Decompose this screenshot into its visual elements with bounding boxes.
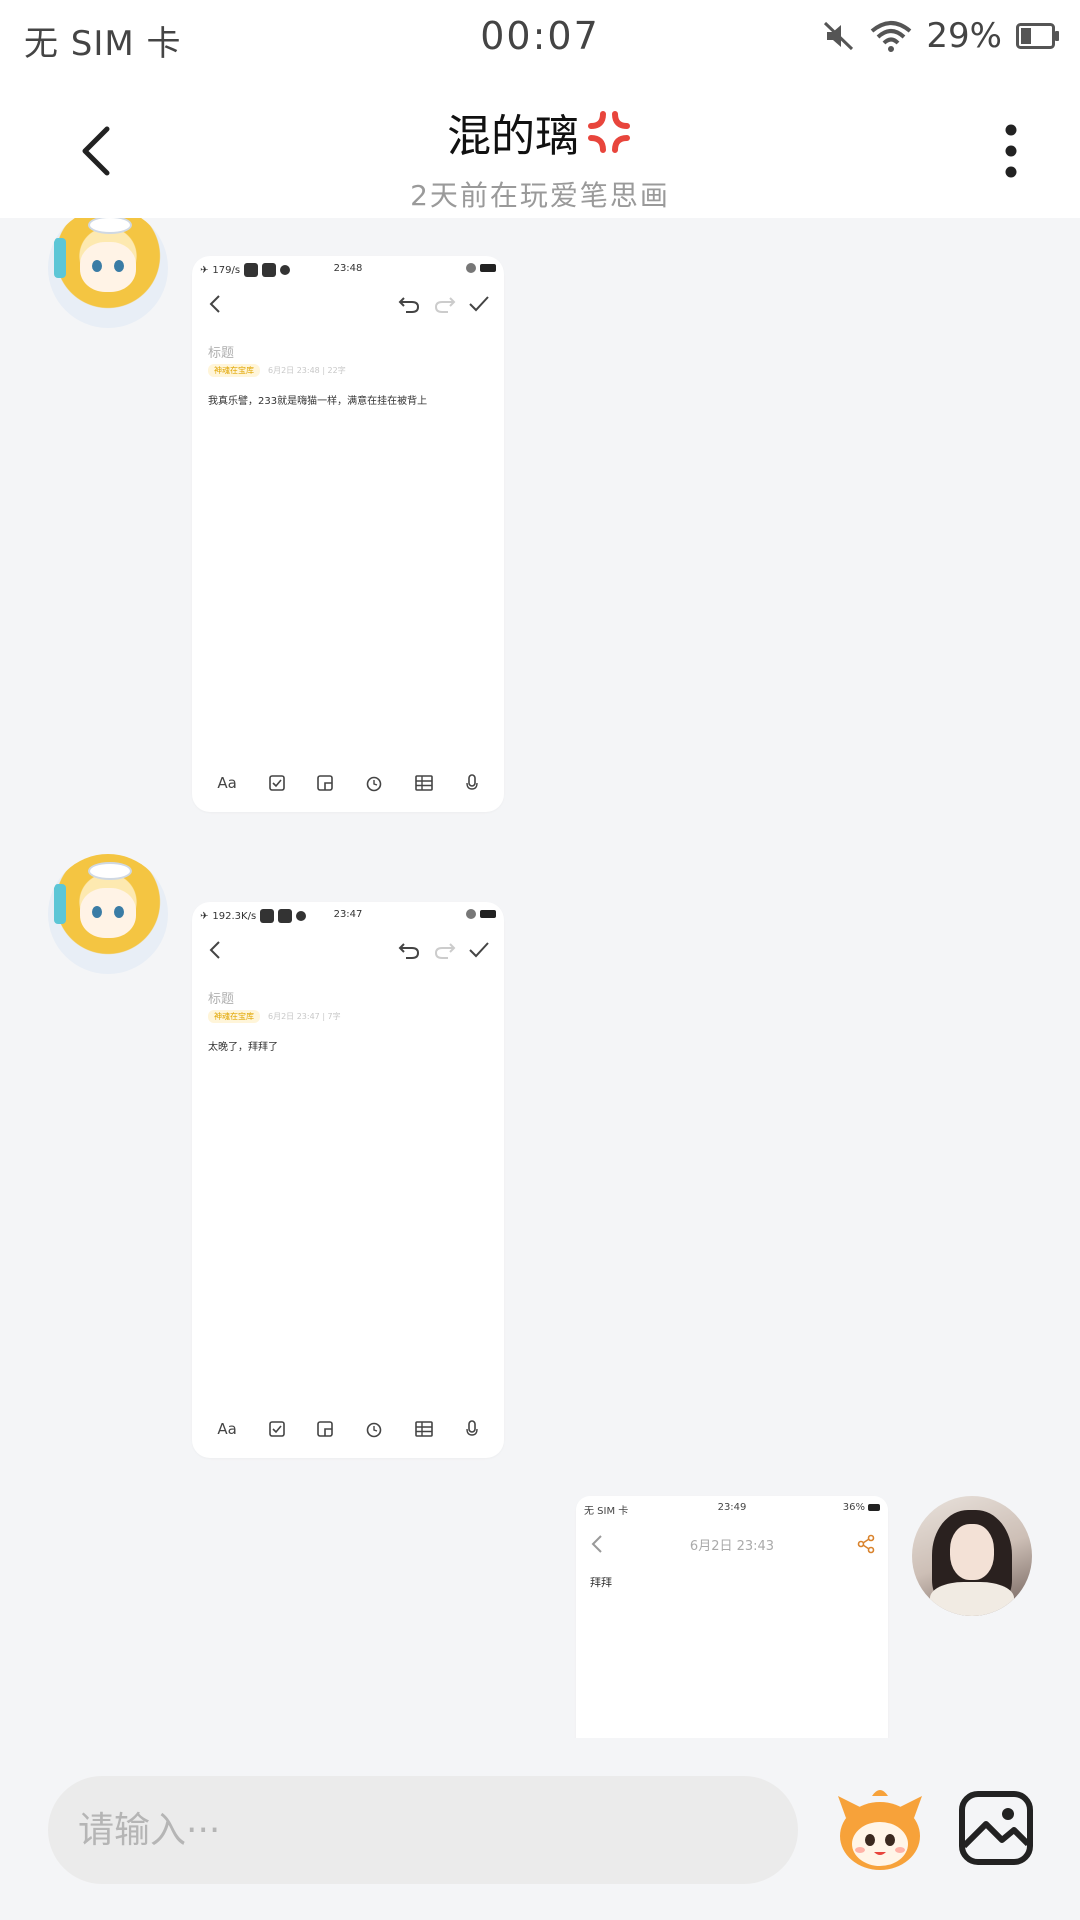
image-icon [959,1791,1033,1865]
note-tag: 神魂在宝库 [208,364,260,377]
status-bar: 无 SIM 卡 00:07 29% [0,0,1080,78]
back-button[interactable] [66,116,126,186]
mascot-emoji-icon [838,1790,922,1870]
sticker-icon [317,1421,334,1437]
note-meta: 神魂在宝库 6月2日 23:48 | 22字 [208,364,346,377]
message-screenshot[interactable]: ✈ 179/s 23:48 标题 神魂在宝库 6月2日 23:48 | 22字 我… [192,256,504,812]
chevron-left-icon [82,126,110,176]
alarm-icon [366,1422,382,1438]
share-icon [857,1534,875,1554]
screenshot-battery: 36% [842,1502,865,1513]
note-format-bar: Aa [192,1414,504,1444]
note-date: 6月2日 23:43 [689,1539,775,1554]
chat-messages[interactable]: ✈ 179/s 23:48 标题 神魂在宝库 6月2日 23:48 | 22字 我… [0,218,1080,1738]
chat-header: 混的璃 2天前在玩爱笔思画 [0,78,1080,218]
activity-status: 2天前在玩爱笔思画 [410,179,670,212]
sticker-icon [317,775,334,791]
redo-icon [434,297,456,313]
undo-icon [398,297,420,313]
screenshot-time: 23:47 [333,909,363,920]
message-input-bar [0,1738,1080,1920]
self-avatar[interactable] [912,1496,1032,1616]
screenshot-status-bar: ✈ 192.3K/s 23:47 [192,902,504,928]
note-date: 6月2日 23:48 | 22字 [268,366,346,375]
wifi-icon [870,19,912,53]
status-icons: 29% [822,14,1060,58]
note-tag: 神魂在宝库 [208,1010,260,1023]
message-screenshot[interactable]: 无 SIM 卡 23:49 36% 6月2日 23:43 拜拜 [576,1496,888,1738]
mic-icon [465,1420,478,1436]
check-icon [469,296,489,312]
note-body: 拜拜 [590,1576,612,1589]
redo-icon [434,943,456,959]
screenshot-header: 6月2日 23:43 [576,1526,888,1562]
check-icon [469,942,489,958]
message-screenshot[interactable]: ✈ 192.3K/s 23:47 标题 神魂在宝库 6月2日 23:47 | 7字… [192,902,504,1458]
note-title-placeholder: 标题 [208,992,235,1007]
screenshot-time: 23:48 [333,263,363,274]
mic-icon [465,774,478,790]
anger-symbol-icon [588,111,630,153]
table-icon [415,1421,433,1437]
contact-avatar[interactable] [48,854,168,974]
checkbox-icon [268,1421,285,1437]
screenshot-status-bar: ✈ 179/s 23:48 [192,256,504,282]
font-format-icon: Aa [217,774,237,792]
emoji-button[interactable] [832,1782,928,1878]
image-picker-button[interactable] [956,1788,1036,1868]
note-format-bar: Aa [192,768,504,798]
page-title[interactable]: 混的璃 [447,100,633,164]
more-options-button[interactable] [986,116,1036,186]
mute-icon [822,19,856,53]
screenshot-toolbar [192,928,504,976]
screenshot-status-bar: 无 SIM 卡 23:49 36% [576,1496,888,1522]
chevron-left-icon [209,941,220,959]
more-vertical-icon [1005,124,1017,178]
note-date: 6月2日 23:47 | 7字 [268,1012,341,1021]
chevron-left-icon [209,295,220,313]
note-body: 太晚了，拜拜了 [208,1042,278,1053]
battery-percent: 29% [926,16,1002,56]
alarm-icon [366,776,382,792]
contact-name: 混的璃 [447,111,579,162]
checkbox-icon [268,775,285,791]
note-meta: 神魂在宝库 6月2日 23:47 | 7字 [208,1010,341,1023]
table-icon [415,775,433,791]
undo-icon [398,943,420,959]
contact-avatar[interactable] [48,218,168,328]
message-input[interactable] [48,1776,798,1884]
note-body: 我真乐譬，233就是嗨猫一样，满意在挂在被背上 [208,396,428,407]
battery-icon [1016,23,1060,49]
screenshot-toolbar [192,282,504,330]
font-format-icon: Aa [217,1420,237,1438]
screenshot-time: 23:49 [717,1502,747,1513]
note-title-placeholder: 标题 [208,346,235,361]
header-title-block: 混的璃 2天前在玩爱笔思画 [200,100,880,214]
